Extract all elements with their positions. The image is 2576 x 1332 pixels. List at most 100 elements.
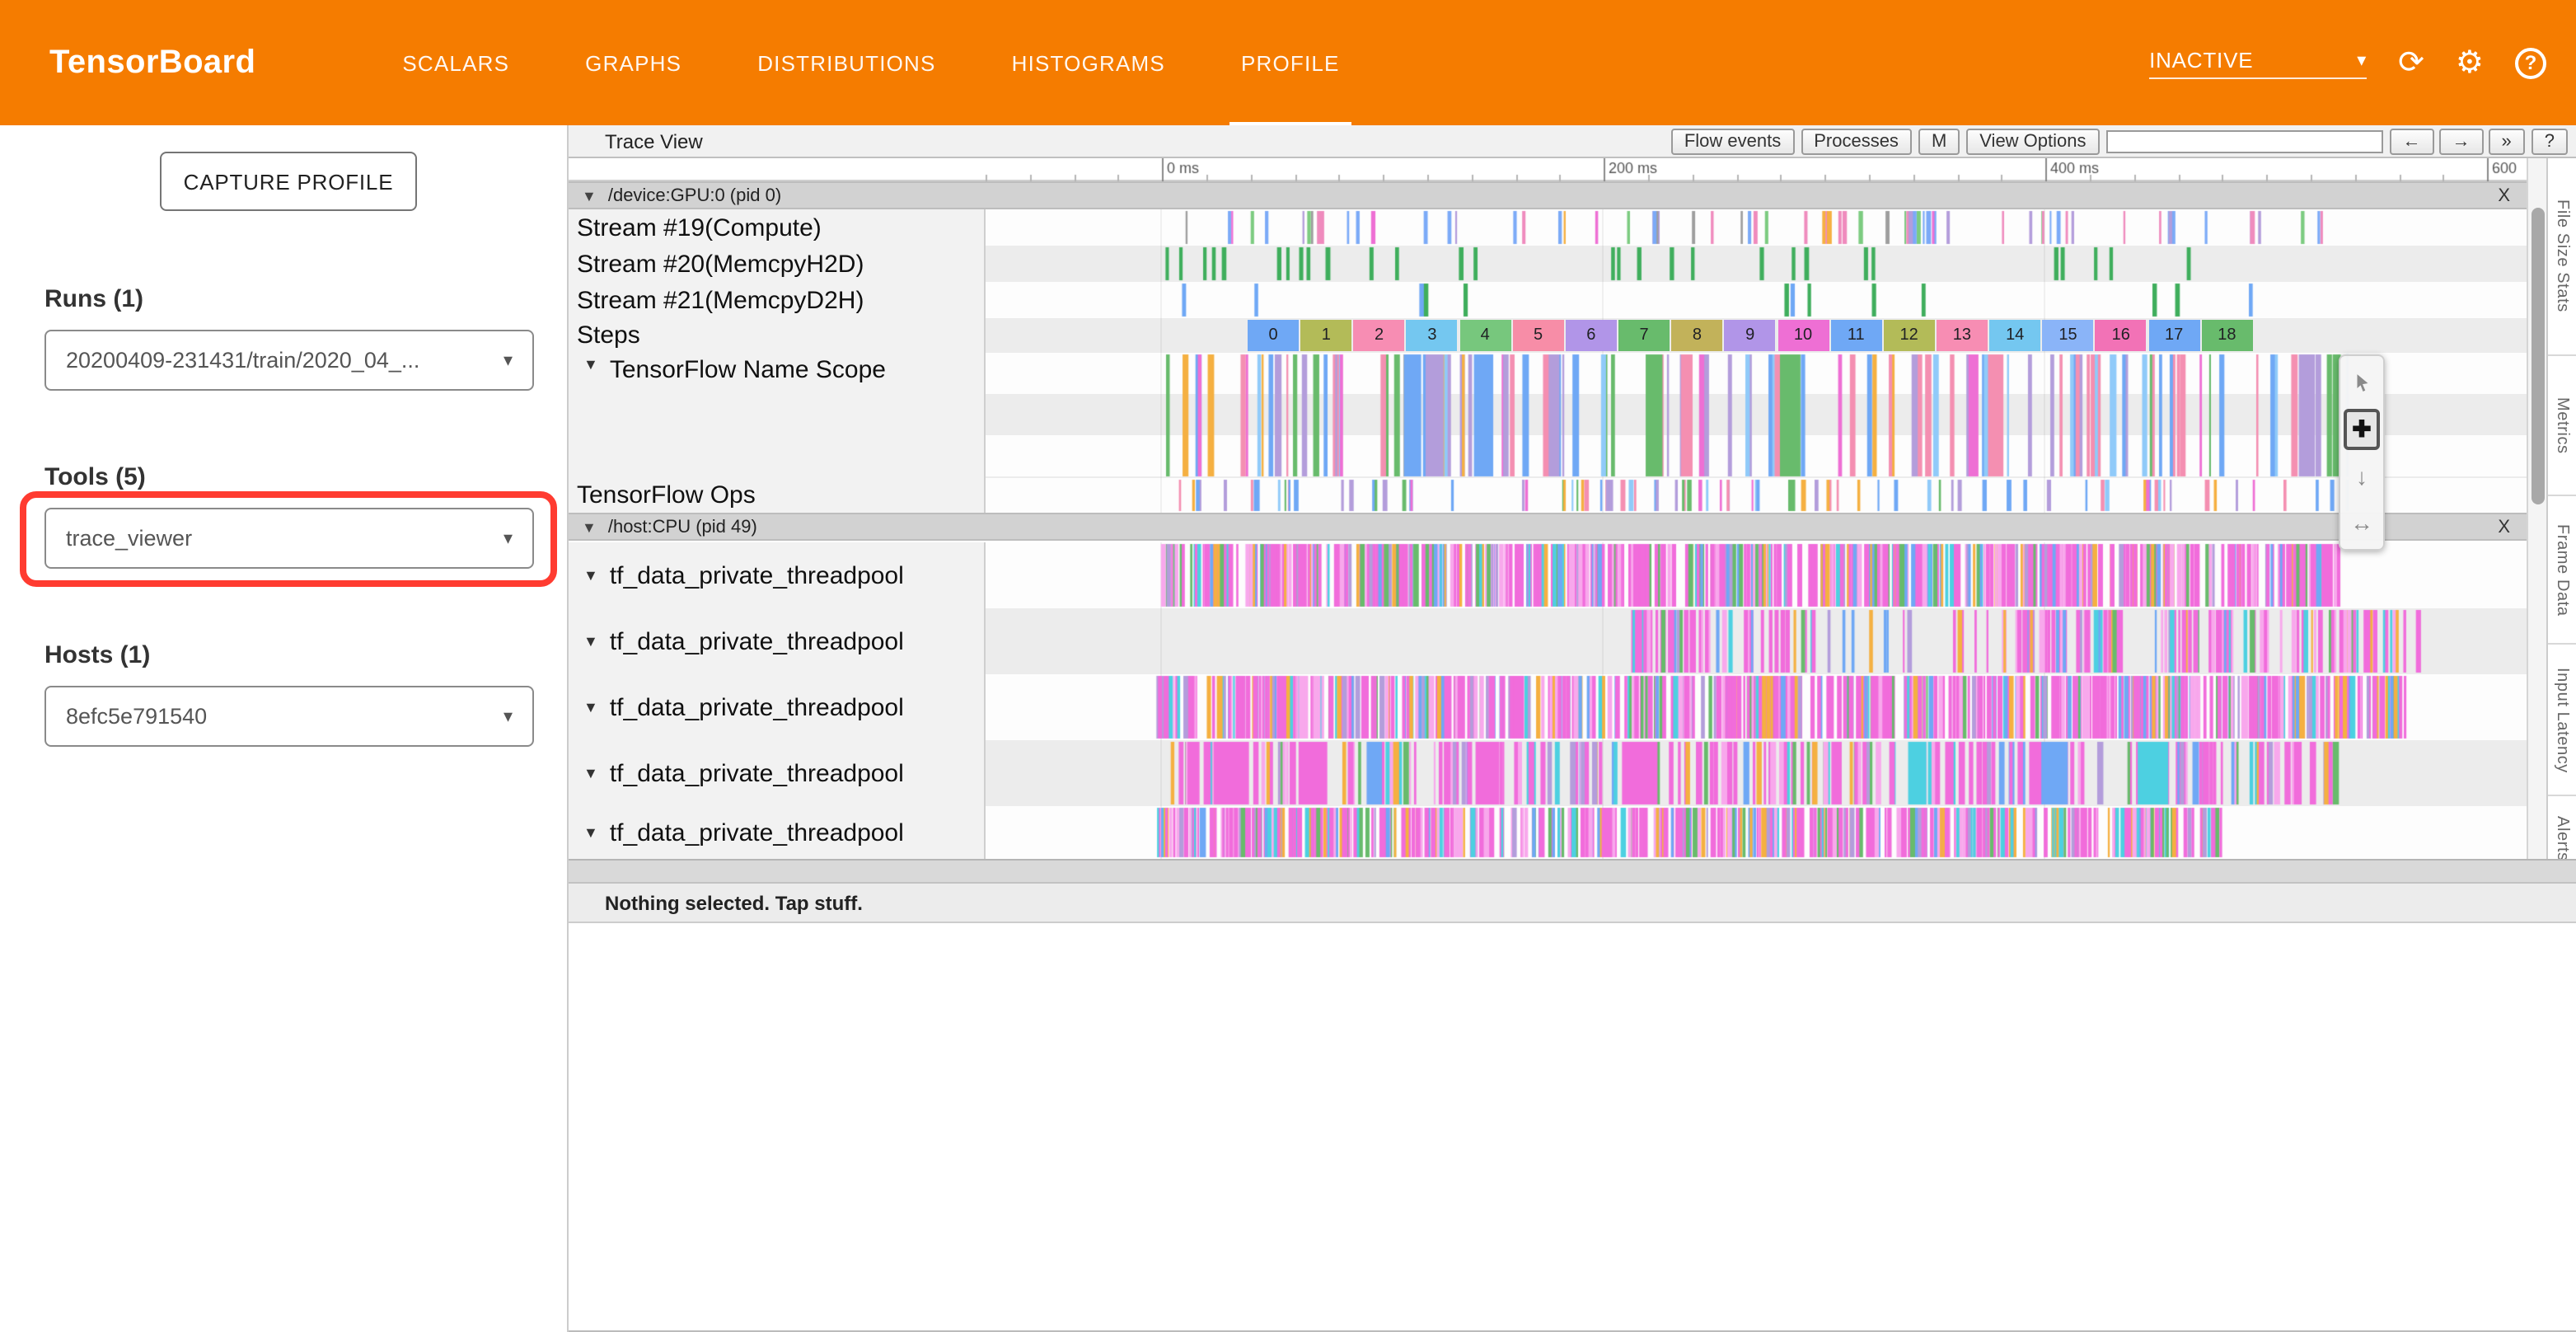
toolbar-nav-buttons: ←→» xyxy=(2390,128,2525,154)
gpu-row-text-4: TensorFlow Name Scope xyxy=(610,356,886,384)
gpu-row-2: Stream #21(MemcpyD2H) xyxy=(569,282,2527,318)
step-block-12[interactable]: 12 xyxy=(1884,320,1935,351)
gpu-row-track-1[interactable] xyxy=(986,246,2527,282)
chevron-down-icon: ▾ xyxy=(503,706,513,727)
nav-tab-scalars[interactable]: SCALARS xyxy=(364,0,547,125)
cpu-trace-canvas-1 xyxy=(986,608,2527,674)
cpu-row-label-0[interactable]: ▼tf_data_private_threadpool xyxy=(569,542,986,608)
right-tab-metrics[interactable]: Metrics xyxy=(2548,356,2576,496)
gpu-row-text-2: Stream #21(MemcpyD2H) xyxy=(577,286,864,314)
timing-tool-icon[interactable]: ↔ xyxy=(2344,501,2380,542)
step-block-5[interactable]: 5 xyxy=(1513,320,1564,351)
nav-tab-histograms[interactable]: HISTOGRAMS xyxy=(974,0,1203,125)
toolbar-button-processes[interactable]: Processes xyxy=(1801,128,1912,154)
gpu-row-4: ▼TensorFlow Name Scope xyxy=(569,353,2527,478)
collapse-triangle-icon: ▼ xyxy=(583,567,598,584)
step-block-14[interactable]: 14 xyxy=(1989,320,2040,351)
cpu-trace-canvas-3 xyxy=(986,740,2527,806)
toolbar-button-view-options[interactable]: View Options xyxy=(1966,128,2099,154)
toolbar-nav-button-1[interactable]: → xyxy=(2439,128,2484,154)
timeline-ruler[interactable] xyxy=(569,158,2576,181)
cpu-row-label-3[interactable]: ▼tf_data_private_threadpool xyxy=(569,740,986,806)
gear-icon[interactable]: ⚙ xyxy=(2456,47,2484,78)
toolbar-nav-button-2[interactable]: » xyxy=(2489,128,2525,154)
step-block-17[interactable]: 17 xyxy=(2148,320,2199,351)
gpu-row-label-5: TensorFlow Ops xyxy=(569,478,986,513)
gpu-row-track-3[interactable]: 0123456789101112131415161718 xyxy=(986,318,2527,353)
step-block-18[interactable]: 18 xyxy=(2201,320,2252,351)
gpu-row-track-4[interactable] xyxy=(986,353,2527,478)
cpu-row-track-2[interactable] xyxy=(986,674,2527,740)
gpu-trace-canvas-1 xyxy=(986,246,2527,282)
step-block-15[interactable]: 15 xyxy=(2043,320,2094,351)
gpu-row-track-2[interactable] xyxy=(986,282,2527,318)
cpu-row-text-1: tf_data_private_threadpool xyxy=(610,627,904,655)
gpu-row-track-5[interactable] xyxy=(986,478,2527,513)
sidebar: CAPTURE PROFILE Runs (1) 20200409-231431… xyxy=(0,125,569,1332)
step-block-7[interactable]: 7 xyxy=(1618,320,1670,351)
right-tab-file-size-stats[interactable]: File Size Stats xyxy=(2548,158,2576,356)
step-block-9[interactable]: 9 xyxy=(1725,320,1776,351)
cpu-row-track-1[interactable] xyxy=(986,608,2527,674)
right-tab-input-latency[interactable]: Input Latency xyxy=(2548,645,2576,796)
trace-view-title: Trace View xyxy=(605,129,703,152)
cpu-row-track-3[interactable] xyxy=(986,740,2527,806)
toolbar-nav-button-0[interactable]: ← xyxy=(2390,128,2434,154)
cpu-row-track-0[interactable] xyxy=(986,542,2527,608)
details-empty-panel xyxy=(569,923,2576,1332)
hosts-dropdown[interactable]: 8efc5e791540 ▾ xyxy=(44,686,534,747)
step-block-6[interactable]: 6 xyxy=(1566,320,1617,351)
trace-help-button[interactable]: ? xyxy=(2532,128,2568,154)
status-label: INACTIVE xyxy=(2149,47,2253,72)
nav-tab-profile[interactable]: PROFILE xyxy=(1203,0,1378,125)
zoom-tool-icon[interactable]: ✚ xyxy=(2344,409,2380,450)
chevron-down-icon: ▾ xyxy=(2357,49,2367,70)
gpu-row-text-0: Stream #19(Compute) xyxy=(577,213,822,242)
status-dropdown[interactable]: INACTIVE ▾ xyxy=(2149,47,2367,78)
close-icon[interactable]: X xyxy=(2498,517,2510,537)
trace-toolbar: Trace View Flow events ProcessesMView Opt… xyxy=(569,125,2576,158)
refresh-icon[interactable]: ⟳ xyxy=(2398,47,2424,78)
nav-tab-distributions[interactable]: DISTRIBUTIONS xyxy=(719,0,973,125)
step-block-16[interactable]: 16 xyxy=(2096,320,2147,351)
cpu-row-label-2[interactable]: ▼tf_data_private_threadpool xyxy=(569,674,986,740)
top-bar: TensorBoard SCALARSGRAPHSDISTRIBUTIONSHI… xyxy=(0,0,2576,125)
cpu-row-label-4[interactable]: ▼tf_data_private_threadpool xyxy=(569,806,986,859)
cpu-row-track-4[interactable] xyxy=(986,806,2527,859)
right-tab-frame-data[interactable]: Frame Data xyxy=(2548,496,2576,645)
help-icon[interactable]: ? xyxy=(2515,47,2546,78)
nav-tab-graphs[interactable]: GRAPHS xyxy=(547,0,719,125)
step-block-4[interactable]: 4 xyxy=(1459,320,1510,351)
step-block-2[interactable]: 2 xyxy=(1354,320,1405,351)
cpu-section-header[interactable]: ▼ /host:CPU (pid 49) X xyxy=(569,513,2527,541)
step-block-8[interactable]: 8 xyxy=(1671,320,1722,351)
step-block-0[interactable]: 0 xyxy=(1248,320,1299,351)
step-block-10[interactable]: 10 xyxy=(1777,320,1829,351)
capture-profile-button[interactable]: CAPTURE PROFILE xyxy=(160,152,417,211)
trace-toolbar-controls: Flow events ProcessesMView Options ←→» ? xyxy=(1671,128,2568,154)
gpu-section-title: /device:GPU:0 (pid 0) xyxy=(608,185,781,205)
toolbar-button-m[interactable]: M xyxy=(1918,128,1960,154)
close-icon[interactable]: X xyxy=(2498,185,2510,205)
step-block-13[interactable]: 13 xyxy=(1937,320,1988,351)
gpu-row-text-5: TensorFlow Ops xyxy=(577,481,756,509)
pointer-tool-icon[interactable] xyxy=(2344,363,2380,404)
gpu-row-track-0[interactable] xyxy=(986,209,2527,246)
toolbar-button-flow-events[interactable]: Flow events xyxy=(1671,128,1794,154)
tools-dropdown[interactable]: trace_viewer ▾ xyxy=(44,508,534,569)
scrollbar-thumb[interactable] xyxy=(2532,208,2545,504)
horizontal-splitter[interactable] xyxy=(569,859,2576,884)
trace-search-input[interactable] xyxy=(2106,129,2383,152)
details-text: Nothing selected. Tap stuff. xyxy=(605,891,863,914)
gpu-row-label-4[interactable]: ▼TensorFlow Name Scope xyxy=(569,353,986,478)
cpu-row-text-2: tf_data_private_threadpool xyxy=(610,693,904,721)
step-block-11[interactable]: 11 xyxy=(1830,320,1881,351)
cpu-row-text-3: tf_data_private_threadpool xyxy=(610,759,904,787)
cpu-row-label-1[interactable]: ▼tf_data_private_threadpool xyxy=(569,608,986,674)
pan-tool-icon[interactable]: ↓ xyxy=(2344,455,2380,496)
step-block-3[interactable]: 3 xyxy=(1407,320,1458,351)
step-block-1[interactable]: 1 xyxy=(1300,320,1351,351)
runs-dropdown[interactable]: 20200409-231431/train/2020_04_... ▾ xyxy=(44,330,534,391)
gpu-section-header[interactable]: ▼ /device:GPU:0 (pid 0) X xyxy=(569,181,2527,209)
page: TensorBoard SCALARSGRAPHSDISTRIBUTIONSHI… xyxy=(0,0,2576,1332)
